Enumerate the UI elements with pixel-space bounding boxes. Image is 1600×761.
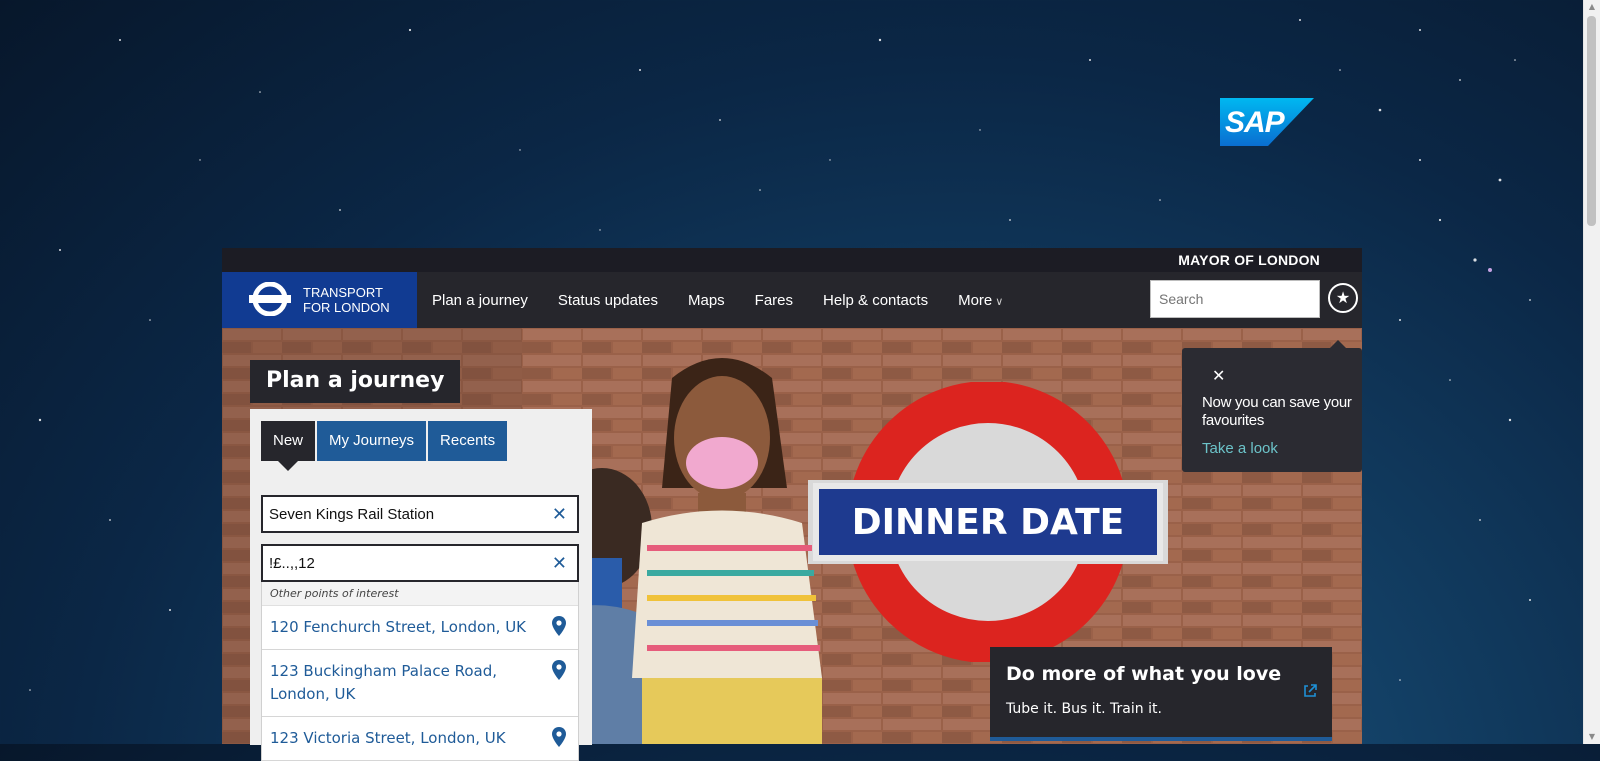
suggestion-label: 120 Fenchurch Street, London, UK (270, 618, 527, 636)
suggestion-label: 123 Buckingham Palace Road, London, UK (270, 662, 497, 703)
plan-journey-title: Plan a journey (250, 360, 461, 403)
page-scrollbar[interactable]: ▲ ▼ (1583, 0, 1600, 744)
brand-line-2: FOR LONDON (303, 300, 390, 315)
favourites-popup: ✕ Now you can save your favourites Take … (1182, 340, 1362, 472)
search-input[interactable] (1151, 281, 1319, 317)
suggestion-item[interactable]: 123 Buckingham Palace Road, London, UK (262, 650, 578, 717)
suggestions-dropdown: Other points of interest 120 Fenchurch S… (261, 582, 579, 761)
suggestion-item[interactable]: 123 Victoria Street, London, UK (262, 717, 578, 761)
chevron-down-icon: ∨ (995, 295, 1004, 308)
suggestions-heading: Other points of interest (262, 582, 578, 606)
suggestion-label: 123 Victoria Street, London, UK (270, 729, 506, 747)
scroll-down-icon[interactable]: ▼ (1584, 730, 1600, 744)
favourites-message: Now you can save your favourites (1202, 394, 1352, 429)
tab-my-journeys[interactable]: My Journeys (317, 421, 427, 461)
take-a-look-link[interactable]: Take a look (1202, 440, 1278, 457)
favourites-star-icon[interactable]: ★ (1328, 283, 1358, 313)
main-navigation: TRANSPORT FOR LONDON Plan a journey Stat… (222, 272, 1362, 328)
close-icon[interactable]: ✕ (1212, 366, 1225, 385)
nav-maps[interactable]: Maps (673, 292, 740, 309)
nav-more[interactable]: More ∨ (943, 292, 1018, 309)
brand-text: TRANSPORT FOR LONDON (303, 285, 390, 315)
location-pin-icon (552, 616, 566, 636)
scroll-up-icon[interactable]: ▲ (1584, 0, 1600, 14)
nav-help-contacts[interactable]: Help & contacts (808, 292, 943, 309)
clear-from-icon[interactable]: ✕ (552, 504, 567, 525)
promo-card[interactable]: Do more of what you love Tube it. Bus it… (990, 647, 1332, 741)
scroll-thumb[interactable] (1587, 16, 1596, 226)
from-field: ✕ (261, 495, 579, 533)
svg-text:SAP: SAP (1225, 106, 1286, 139)
mayor-of-london-link[interactable]: MAYOR OF LONDON (1178, 252, 1320, 268)
site-search (1150, 280, 1320, 318)
nav-fares[interactable]: Fares (740, 292, 808, 309)
tab-new[interactable]: New (261, 421, 316, 471)
nav-status-updates[interactable]: Status updates (543, 292, 673, 309)
suggestion-item[interactable]: 120 Fenchurch Street, London, UK (262, 606, 578, 650)
to-field: ✕ (261, 544, 579, 582)
underground-roundel-sign: DINNER DATE (808, 382, 1168, 662)
nav-plan-a-journey[interactable]: Plan a journey (417, 292, 543, 309)
sap-logo[interactable]: SAP (1220, 98, 1314, 146)
svg-text:DINNER DATE: DINNER DATE (852, 502, 1124, 543)
mayor-bar: MAYOR OF LONDON (222, 248, 1362, 272)
external-link-icon (1304, 684, 1317, 697)
journey-tabs: New My Journeys Recents (261, 421, 508, 471)
tfl-roundel-icon (249, 282, 291, 316)
promo-subtitle: Tube it. Bus it. Train it. (1006, 701, 1162, 717)
clear-to-icon[interactable]: ✕ (552, 553, 567, 574)
from-input[interactable] (263, 497, 543, 531)
location-pin-icon (552, 660, 566, 680)
to-input[interactable] (263, 546, 543, 580)
nav-more-label: More (958, 291, 993, 309)
tfl-logo[interactable]: TRANSPORT FOR LONDON (222, 272, 417, 328)
location-pin-icon (552, 727, 566, 747)
promo-title: Do more of what you love (1006, 663, 1282, 685)
tab-recents[interactable]: Recents (428, 421, 508, 461)
brand-line-1: TRANSPORT (303, 285, 383, 300)
plan-journey-panel: New My Journeys Recents ✕ ✕ Other points… (250, 409, 592, 761)
person-in-pink-mask (632, 358, 822, 744)
